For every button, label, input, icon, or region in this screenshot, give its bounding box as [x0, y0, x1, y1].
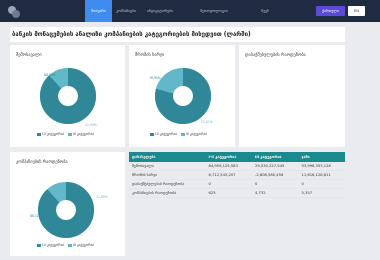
table-cell: 0	[298, 179, 345, 189]
table-cell: 0	[252, 179, 299, 189]
table-cell: 0	[205, 179, 252, 189]
nav-item-indicators[interactable]: ინდიკატორები	[141, 0, 179, 22]
legend-label-category-1-2: I-ll კატეგორია	[155, 132, 177, 136]
table-row: კომპანიების რაოდენობა 625 4,732 5,357	[129, 188, 345, 198]
table-cell: დასაქმებულების რაოდენობა	[129, 179, 206, 189]
nav-item-methodology[interactable]: მეთოდოლოგია	[184, 0, 244, 22]
legend-swatch-category-3	[68, 243, 73, 247]
legend-label-category-1-2: I-ll კატეგორია	[42, 243, 64, 247]
table-cell: 4,732	[252, 188, 299, 198]
slice-label-category-3: 21,01%	[201, 120, 213, 124]
table-cell: 625	[205, 188, 252, 198]
legend-label-category-3: III კატეგორია	[73, 243, 94, 247]
chart-legend: I-ll კატეგორია III კატეგორია	[34, 243, 94, 247]
chart-title: შემოსავალი	[16, 53, 42, 58]
companies-count-donut-chart	[38, 182, 94, 238]
employees-chart-card: დასაქმებულების რაოდენობა	[239, 45, 345, 147]
slice-label-category-1-2: 78,99%	[149, 76, 161, 80]
top-navigation-bar: მთავარი კომპანიები ინდიკატორები მეთოდოლო…	[0, 0, 380, 22]
slice-label-category-1-2: 88,11%	[30, 214, 42, 218]
legend-label-category-1-2: I-ll კატეგორია	[42, 132, 64, 136]
legend-swatch-category-1-2	[37, 243, 41, 247]
chart-legend: I-ll კატეგორია III კატეგორია	[34, 132, 94, 136]
labor-cost-donut-chart	[155, 68, 211, 124]
legend-swatch-category-3	[181, 132, 186, 136]
column-header-total: ჯამი	[298, 152, 345, 162]
legend-swatch-category-1-2	[37, 132, 41, 136]
table-header-row: დასახელება I-ll კატეგორია III კატეგორია …	[129, 152, 345, 162]
table-row: დასაქმებულების რაოდენობა 0 0 0	[129, 179, 345, 189]
nav-item-companies[interactable]: კომპანიები	[112, 0, 140, 22]
language-georgian-button[interactable]: ქართული	[316, 6, 345, 16]
legend-swatch-category-3	[68, 132, 73, 136]
chart-title: კომპანიების რაოდენობა	[16, 160, 68, 165]
summary-data-table: დასახელება I-ll კატეგორია III კატეგორია …	[129, 152, 345, 198]
table-cell: 6,712,543,207	[205, 170, 252, 180]
table-row: შემოსავალი 64,959,125,583 29,030,227,545…	[129, 162, 345, 171]
labor-cost-chart-card: შრომის ხარჯი 78,99% 21,01% I-ll კატეგორი…	[129, 45, 235, 147]
table-row: შრომის ხარჯი 6,712,543,207 -2,808,580,45…	[129, 170, 345, 180]
table-cell: 29,030,227,545	[252, 162, 299, 171]
logo-icon[interactable]	[6, 3, 22, 19]
table-cell: შრომის ხარჯი	[129, 170, 206, 180]
column-header-category-1-2: I-ll კატეგორია	[205, 152, 252, 162]
companies-count-chart-card: კომპანიების რაოდენობა 88,11% 11,89% I-ll…	[10, 152, 125, 256]
legend-label-category-3: III კატეგორია	[73, 132, 94, 136]
column-header-name: დასახელება	[129, 152, 206, 162]
slice-label-category-1-2: 88,06%	[44, 73, 56, 77]
nav-item-about[interactable]: ჩვენ	[254, 0, 276, 22]
language-english-button[interactable]: EN	[348, 6, 365, 16]
page-title: ბანკის მონაცემების ანალიზი კომპანიების კ…	[12, 31, 251, 38]
table-cell: შემოსავალი	[129, 162, 206, 171]
slice-category-1-2	[38, 182, 94, 238]
table-cell: 64,959,125,583	[205, 162, 252, 171]
table-cell: კომპანიების რაოდენობა	[129, 188, 206, 198]
column-header-category-3: III კატეგორია	[252, 152, 299, 162]
slice-label-category-3: 11,89%	[96, 195, 108, 199]
chart-title: დასაქმებულების რაოდენობა	[245, 53, 306, 58]
chart-legend: I-ll კატეგორია III კატეგორია	[147, 132, 207, 136]
slice-label-category-3: 11,94%	[85, 123, 97, 127]
chart-title: შრომის ხარჯი	[135, 53, 165, 58]
table-cell: 93,996,353,128	[298, 162, 345, 171]
nav-item-home[interactable]: მთავარი	[85, 0, 112, 22]
table-cell: -2,808,580,456	[252, 170, 299, 180]
table-cell: 5,357	[298, 188, 345, 198]
table-cell: 11,616,128,611	[298, 170, 345, 180]
slice-category-1-2	[40, 68, 96, 124]
revenue-chart-card: შემოსავალი 88,06% 11,94% I-ll კატეგორია …	[10, 45, 125, 147]
legend-label-category-3: III კატეგორია	[186, 132, 207, 136]
legend-swatch-category-1-2	[150, 132, 154, 136]
